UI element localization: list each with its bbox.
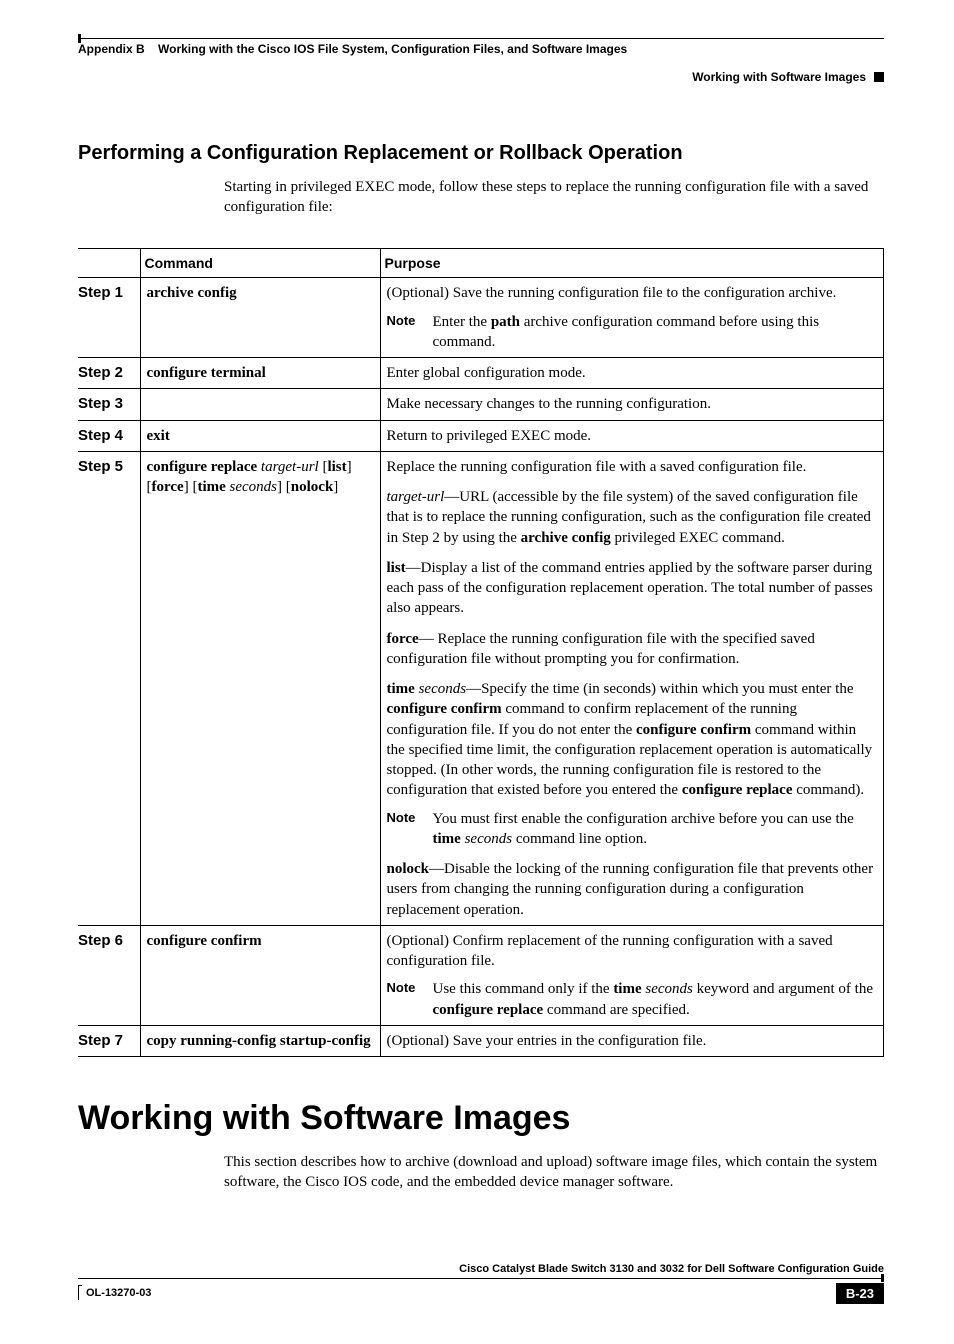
table-row: Step 2configure terminal Enter global con… xyxy=(78,358,884,389)
steps-table: Command Purpose Step 1archive config (Opt… xyxy=(78,248,884,1058)
purpose-cell: Replace the running configuration file w… xyxy=(380,451,884,925)
purpose-text: (Optional) Save the running configuratio… xyxy=(387,283,878,303)
note-body: Enter the path archive configuration com… xyxy=(433,312,878,353)
note-body: You must first enable the configuration … xyxy=(433,809,878,850)
note: NoteYou must first enable the configurat… xyxy=(387,809,878,850)
purpose-text: force— Replace the running configuration… xyxy=(387,629,878,670)
note: NoteEnter the path archive configuration… xyxy=(387,312,878,353)
purpose-cell: (Optional) Confirm replacement of the ru… xyxy=(380,925,884,1025)
command-cell: archive config xyxy=(140,278,380,358)
purpose-cell: Enter global configuration mode. xyxy=(380,358,884,389)
major-section-intro: This section describes how to archive (d… xyxy=(224,1152,884,1193)
step-label: Step 4 xyxy=(78,420,140,451)
steps-header-purpose: Purpose xyxy=(380,248,884,278)
footer-guide-title: Cisco Catalyst Blade Switch 3130 and 303… xyxy=(78,1263,884,1279)
purpose-text: Replace the running configuration file w… xyxy=(387,457,878,477)
step-label: Step 1 xyxy=(78,278,140,358)
purpose-cell: (Optional) Save the running configuratio… xyxy=(380,278,884,358)
running-header: Appendix B Working with the Cisco IOS Fi… xyxy=(78,42,884,56)
step-label: Step 3 xyxy=(78,389,140,420)
note: NoteUse this command only if the time se… xyxy=(387,979,878,1020)
command-cell: exit xyxy=(140,420,380,451)
purpose-text: Make necessary changes to the running co… xyxy=(387,394,878,414)
step-label: Step 7 xyxy=(78,1025,140,1056)
purpose-text: nolock—Disable the locking of the runnin… xyxy=(387,859,878,920)
purpose-text: target-url—URL (accessible by the file s… xyxy=(387,487,878,548)
steps-header-blank xyxy=(78,248,140,278)
purpose-cell: Return to privileged EXEC mode. xyxy=(380,420,884,451)
purpose-text: (Optional) Save your entries in the conf… xyxy=(387,1031,878,1051)
table-row: Step 1archive config (Optional) Save the … xyxy=(78,278,884,358)
purpose-text: Return to privileged EXEC mode. xyxy=(387,426,878,446)
command-cell: configure replace target-url [list] [for… xyxy=(140,451,380,925)
purpose-text: (Optional) Confirm replacement of the ru… xyxy=(387,931,878,972)
note-label: Note xyxy=(387,312,433,353)
table-row: Step 4exit Return to privileged EXEC mode… xyxy=(78,420,884,451)
purpose-text: time seconds—Specify the time (in second… xyxy=(387,679,878,801)
subsection-title: Performing a Configuration Replacement o… xyxy=(78,142,884,165)
table-row: Step 7copy running-config startup-config… xyxy=(78,1025,884,1056)
footer-page-number: B-23 xyxy=(836,1283,884,1304)
note-body: Use this command only if the time second… xyxy=(433,979,878,1020)
command-cell xyxy=(140,389,380,420)
note-label: Note xyxy=(387,809,433,850)
command-cell: copy running-config startup-config xyxy=(140,1025,380,1056)
table-row: Step 6configure confirm(Optional) Confir… xyxy=(78,925,884,1025)
purpose-cell: (Optional) Save your entries in the conf… xyxy=(380,1025,884,1056)
table-row: Step 3 Make necessary changes to the runn… xyxy=(78,389,884,420)
section-breadcrumb: Working with Software Images xyxy=(78,70,884,84)
subsection-intro: Starting in privileged EXEC mode, follow… xyxy=(224,177,884,218)
command-cell: configure confirm xyxy=(140,925,380,1025)
steps-header-command: Command xyxy=(140,248,380,278)
footer-doc-id: OL-13270-03 xyxy=(78,1287,151,1299)
command-cell: configure terminal xyxy=(140,358,380,389)
appendix-title: Working with the Cisco IOS File System, … xyxy=(158,42,627,56)
purpose-cell: Make necessary changes to the running co… xyxy=(380,389,884,420)
purpose-text: list—Display a list of the command entri… xyxy=(387,558,878,619)
note-label: Note xyxy=(387,979,433,1020)
step-label: Step 2 xyxy=(78,358,140,389)
header-rule xyxy=(78,38,884,39)
table-row: Step 5configure replace target-url [list… xyxy=(78,451,884,925)
appendix-label: Appendix B xyxy=(78,42,145,56)
step-label: Step 5 xyxy=(78,451,140,925)
purpose-text: Enter global configuration mode. xyxy=(387,363,878,383)
page-footer: Cisco Catalyst Blade Switch 3130 and 303… xyxy=(78,1263,884,1304)
step-label: Step 6 xyxy=(78,925,140,1025)
major-section-title: Working with Software Images xyxy=(78,1099,884,1138)
